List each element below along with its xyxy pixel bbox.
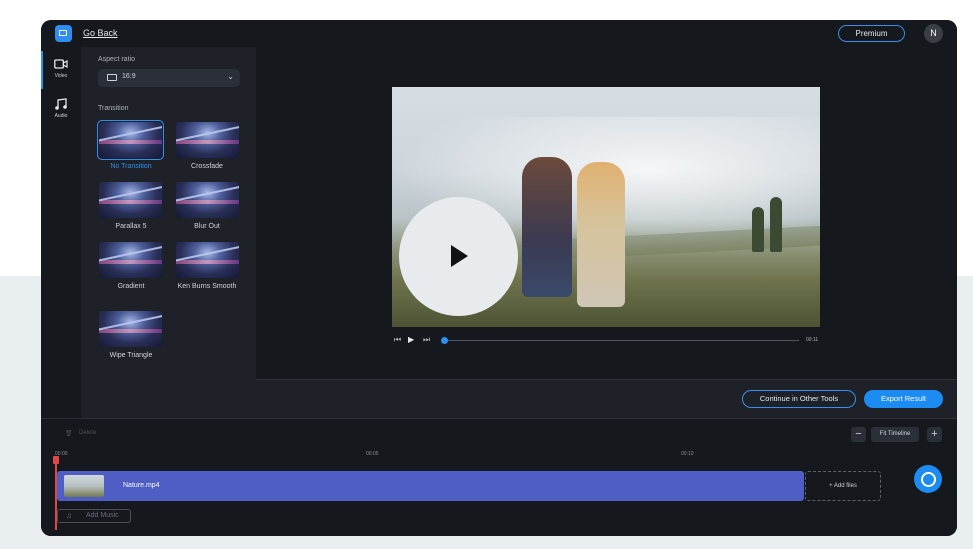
ruler-tick: 00:10	[681, 451, 694, 457]
add-music-label: Add Music	[86, 512, 119, 519]
video-tree	[770, 197, 782, 252]
transition-thumb-parallax[interactable]	[99, 182, 162, 218]
video-person	[522, 157, 572, 297]
chat-support-button[interactable]	[914, 465, 942, 493]
seek-bar[interactable]	[444, 340, 799, 341]
transition-thumb-ken-burns[interactable]	[176, 242, 239, 278]
transition-thumb-gradient[interactable]	[99, 242, 162, 278]
video-camera-icon	[54, 59, 68, 69]
timeline: 🗑 Delete − Fit Timeline + 00:00 00:05 00…	[41, 418, 957, 536]
video-tree	[752, 207, 764, 252]
chevron-down-icon: ⌄	[227, 72, 234, 81]
zoom-in-button[interactable]: +	[927, 427, 942, 442]
go-back-link[interactable]: Go Back	[83, 28, 118, 38]
app-logo-icon[interactable]	[55, 25, 72, 42]
aspect-ratio-title: Aspect ratio	[98, 56, 135, 63]
fit-timeline-button[interactable]: Fit Timeline	[871, 427, 919, 442]
clip-thumbnail	[64, 475, 104, 497]
aspect-ratio-select[interactable]: 16:9 ⌄	[98, 69, 240, 87]
action-bar: Continue in Other Tools Export Result	[256, 379, 957, 419]
transition-thumb-blur-out[interactable]	[176, 182, 239, 218]
preview-area: ⏮ ▶ ⏭ 00:11	[256, 47, 957, 379]
video-clip[interactable]: Nature.mp4	[57, 471, 804, 501]
play-button[interactable]	[399, 197, 518, 316]
transition-label: Blur Out	[194, 223, 220, 230]
nav-item-audio[interactable]: Audio	[41, 91, 81, 129]
nav-label-audio: Audio	[54, 113, 68, 119]
transition-title: Transition	[98, 105, 129, 112]
transition-label: Wipe Triangle	[109, 352, 153, 359]
nav-item-video[interactable]: Video	[41, 51, 81, 89]
transition-thumb-wipe-triangle[interactable]	[99, 311, 162, 347]
avatar[interactable]: N	[924, 24, 943, 43]
ruler-tick: 00:05	[366, 451, 379, 457]
transition-label: Crossfade	[191, 163, 223, 170]
transition-label: Ken Burns Smooth	[177, 283, 237, 290]
skip-forward-icon[interactable]: ⏭	[423, 335, 430, 345]
add-music-button[interactable]: ♫ Add Music	[57, 509, 131, 523]
play-icon[interactable]: ▶	[408, 335, 414, 344]
delete-button[interactable]: Delete	[79, 430, 96, 436]
player-controls: ⏮ ▶ ⏭ 00:11	[392, 335, 820, 347]
transition-label: No Transition	[110, 163, 152, 170]
left-nav: Video Audio	[41, 47, 81, 418]
settings-panel: Aspect ratio 16:9 ⌄ Transition No Transi…	[81, 47, 256, 418]
seek-knob[interactable]	[441, 337, 448, 344]
video-person	[577, 162, 625, 307]
trash-icon[interactable]: 🗑	[65, 430, 73, 437]
export-result-button[interactable]: Export Result	[864, 390, 943, 408]
music-note-icon: ♫	[66, 511, 72, 520]
premium-button[interactable]: Premium	[838, 25, 905, 42]
transition-thumb-no-transition[interactable]	[97, 120, 164, 160]
transition-label: Parallax 5	[115, 223, 147, 230]
transition-label: Gradient	[117, 283, 145, 290]
skip-back-icon[interactable]: ⏮	[394, 335, 401, 345]
add-files-button[interactable]: + Add files	[805, 471, 881, 501]
aspect-ratio-value: 16:9	[122, 73, 136, 80]
transition-thumb-crossfade[interactable]	[176, 122, 239, 158]
aspect-ratio-icon	[107, 74, 117, 81]
nav-label-video: Video	[54, 73, 68, 79]
clip-name: Nature.mp4	[123, 482, 160, 489]
music-note-icon	[55, 98, 67, 110]
continue-other-tools-button[interactable]: Continue in Other Tools	[742, 390, 856, 408]
top-bar: Go Back Premium N	[41, 20, 957, 47]
zoom-out-button[interactable]: −	[851, 427, 866, 442]
end-time: 00:11	[806, 337, 819, 343]
